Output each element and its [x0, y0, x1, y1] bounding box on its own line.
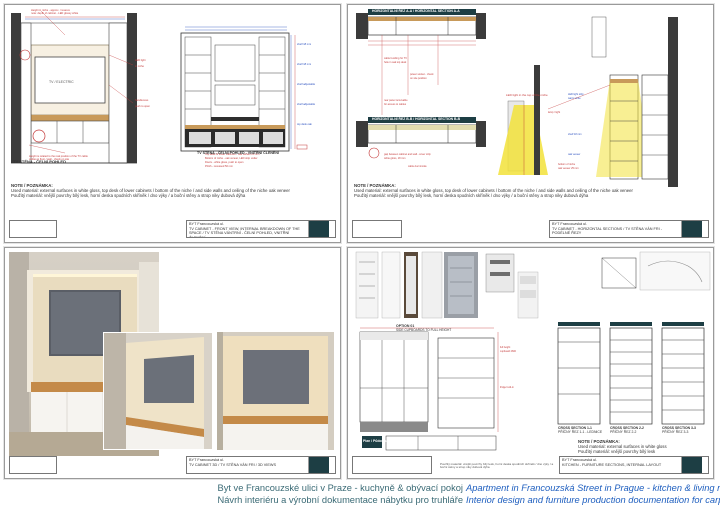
svg-text:for access to cables: for access to cables — [384, 103, 407, 106]
sheet-tv-front-view: TV / ELECTRIC Height in niche - approx. … — [4, 4, 341, 243]
title-description: TV CABINET 3D / TV STĚNA VÁN FRI / 3D VI… — [189, 462, 276, 467]
render-side — [103, 332, 213, 450]
svg-text:white gloss, 18 mm: white gloss, 18 mm — [384, 157, 405, 160]
svg-text:note: depth of cabinet - LED g: note: depth of cabinet - LED glossy whit… — [31, 11, 79, 15]
svg-text:oak veneer 25 mm: oak veneer 25 mm — [558, 167, 579, 170]
sheet-3d-views: BYT Francouzská ul. TV CABINET 3D / TV S… — [4, 247, 341, 479]
caption-english: Apartment in Francouzská Street in Pragu… — [466, 483, 720, 506]
note-cz: Použitý materiál: vnější povrchy bílý le… — [354, 193, 589, 199]
svg-text:fridge built-in: fridge built-in — [500, 386, 514, 389]
section-3-cz: PŘÍČNÝ ŘEZ 3-3 — [662, 430, 689, 435]
title-block-left — [352, 220, 402, 238]
studio-logo — [309, 457, 329, 473]
svg-text:on site position: on site position — [410, 77, 427, 80]
svg-text:oak veneer: oak veneer — [568, 153, 581, 156]
caption-cz-line1: Byt ve Francouzské ulici v Praze - kuchy… — [217, 483, 463, 493]
svg-text:shelf 18 mm: shelf 18 mm — [297, 62, 311, 66]
caption-en-line2: Interior design and furniture production… — [466, 494, 720, 505]
svg-text:LED light strip: LED light strip — [568, 93, 584, 96]
sheet-horizontal-sections: cable bushing for TV hole in oak top des… — [347, 4, 714, 243]
plan-b-label: HORIZONTÁLNÍ ŘEZ B-B / HORIZONTAL SECTIO… — [372, 117, 461, 121]
render-detail — [217, 332, 334, 450]
svg-text:gap between cabinet and wall -: gap between cabinet and wall - cover str… — [384, 153, 431, 156]
title-block: BYT Francouzská ul. TV CABINET - HORIZON… — [549, 220, 709, 238]
led-label: LED light in the top of the niche — [506, 93, 548, 97]
svg-text:push to open: push to open — [135, 104, 151, 108]
sheet-kitchen-sections: full height cupboard 2600 fridge built-i… — [347, 247, 714, 479]
svg-text:cable duct inside: cable duct inside — [408, 165, 427, 168]
svg-text:cable bushing for TV: cable bushing for TV — [384, 57, 407, 60]
studio-logo — [682, 221, 702, 237]
section-1-label: CROSS SECTION 1-1 PŘÍČNÝ ŘEZ 1-1 - LEDNI… — [558, 426, 602, 434]
svg-text:shelf adjustable: shelf adjustable — [297, 102, 316, 106]
material-note: NOTE / POZNÁMKA: Used material: external… — [354, 183, 709, 199]
svg-text:cupboard 2600: cupboard 2600 — [500, 350, 517, 353]
plan-a-label: HORIZONTÁLNÍ ŘEZ A-A / HORIZONTAL SECTIO… — [372, 9, 460, 13]
title-block-left — [9, 220, 57, 238]
svg-text:Plinth - recessed 50 mm: Plinth - recessed 50 mm — [205, 164, 233, 168]
title-description: TV CABINET - HORIZONTAL SECTIONS / TV ST… — [552, 226, 662, 236]
title-description: TV CABINET - FRONT VIEW, INTERNAL BREAKD… — [189, 226, 300, 238]
svg-text:Doors - white gloss, push to o: Doors - white gloss, push to open — [205, 160, 244, 164]
svg-text:TV / ELECTRIC: TV / ELECTRIC — [49, 80, 74, 84]
svg-text:hole in oak top desk: hole in oak top desk — [384, 61, 407, 64]
svg-text:Bottom of niche - oak veneer,: Bottom of niche - oak veneer, LED strip … — [205, 156, 258, 160]
section-1-cz: PŘÍČNÝ ŘEZ 1-1 - LEDNICE — [558, 430, 603, 435]
title-description: KITCHEN - FURNITURE SECTIONS, INTERNAL L… — [562, 462, 662, 467]
svg-text:power socket - check: power socket - check — [410, 73, 434, 76]
footer-note: Použitý materiál: vnější povrchy bílý le… — [440, 461, 554, 470]
view-label-right: TV STĚNA - ČELNÍ POHLED - VNITŘNÍ ČLENĚN… — [197, 151, 279, 155]
horizontal-sections-drawing: cable bushing for TV hole in oak top des… — [356, 9, 678, 187]
section-3-label: CROSS SECTION 3-3 PŘÍČNÝ ŘEZ 3-3 — [662, 426, 696, 434]
option-desc: SIDE CUPBOARDS TO FULL HEIGHT — [396, 328, 452, 332]
material-note: NOTE / POZNÁMKA: Used material: external… — [578, 439, 710, 455]
title-block-left — [352, 456, 432, 474]
svg-text:in niche: in niche — [135, 64, 144, 68]
title-block: BYT Francouzská ul. TV CABINET - FRONT V… — [186, 220, 336, 238]
caption-cz-line2: Návrh interiéru a výrobní dokumentace ná… — [217, 494, 463, 505]
view-label-left: TV STĚNA - ČELNÍ POHLED — [13, 159, 66, 164]
section-2-cz: PŘÍČNÝ ŘEZ 2-2 — [610, 430, 637, 435]
note-cz: Použitý materiál: vnější povrchy bílý le… — [11, 193, 246, 199]
title-block: BYT Francouzská ul. KITCHEN - FURNITURE … — [559, 456, 709, 474]
svg-text:shelf 18 mm: shelf 18 mm — [568, 133, 582, 136]
svg-text:LED light: LED light — [135, 58, 146, 62]
title-block: BYT Francouzská ul. TV CABINET 3D / TV S… — [186, 456, 336, 474]
svg-text:handle-less: handle-less — [135, 98, 149, 102]
tv-front-drawing: TV / ELECTRIC Height in niche - approx. … — [11, 8, 316, 168]
plan-label: Plan / Půdorys — [363, 439, 387, 443]
material-note: NOTE / POZNÁMKA: Used material: external… — [11, 183, 331, 199]
section-2-label: CROSS SECTION 2-2 PŘÍČNÝ ŘEZ 2-2 — [610, 426, 644, 434]
caption-czech: Byt ve Francouzské ulici v Praze - kuchy… — [218, 483, 463, 506]
svg-text:shelf adjustable: shelf adjustable — [297, 82, 316, 86]
svg-text:shelf 18 mm: shelf 18 mm — [297, 42, 311, 46]
caption-en-line1: Apartment in Francouzská Street in Pragu… — [466, 483, 720, 493]
svg-text:full height: full height — [500, 346, 511, 349]
svg-text:top desk oak: top desk oak — [297, 122, 312, 126]
studio-logo — [682, 457, 702, 473]
svg-text:rear panel removable: rear panel removable — [384, 99, 408, 102]
title-block-left — [9, 456, 57, 474]
project-caption: Byt ve Francouzské ulici v Praze - kuchy… — [0, 483, 720, 513]
svg-text:bottom of niche: bottom of niche — [558, 163, 576, 166]
svg-text:lamp / light: lamp / light — [548, 111, 560, 114]
note-cz: Použitý materiál: vnější povrchy bílý le… — [578, 449, 656, 455]
studio-logo — [309, 221, 329, 237]
svg-text:warm white: warm white — [568, 97, 581, 100]
